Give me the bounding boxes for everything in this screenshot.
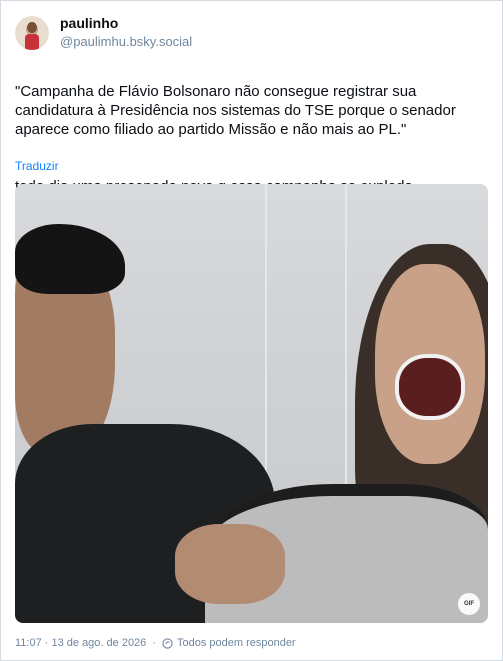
author-display-name[interactable]: paulinho bbox=[60, 15, 118, 31]
post-card: paulinho @paulimhu.bsky.social "Campanha… bbox=[0, 0, 503, 661]
avatar-shirt bbox=[25, 34, 39, 50]
post-meta: 11:07 · 13 de ago. de 2026 · Todos podem… bbox=[15, 637, 296, 649]
post-media-gif[interactable]: GIF bbox=[15, 184, 488, 623]
gif-badge: GIF bbox=[458, 593, 480, 615]
post-timestamp[interactable]: 11:07 · 13 de ago. de 2026 bbox=[15, 637, 146, 649]
person-hand bbox=[175, 524, 285, 604]
translate-link[interactable]: Traduzir bbox=[15, 159, 59, 173]
post-text-paragraph: "Campanha de Flávio Bolsonaro não conseg… bbox=[15, 83, 456, 138]
meta-separator: · bbox=[152, 637, 156, 649]
avatar[interactable] bbox=[15, 16, 49, 50]
person-mouth bbox=[395, 354, 465, 420]
reply-restriction-icon bbox=[162, 637, 173, 649]
avatar-head bbox=[27, 22, 37, 33]
reply-setting-label[interactable]: Todos podem responder bbox=[177, 637, 296, 649]
author-handle[interactable]: @paulimhu.bsky.social bbox=[60, 34, 192, 49]
person-hair bbox=[15, 224, 125, 294]
